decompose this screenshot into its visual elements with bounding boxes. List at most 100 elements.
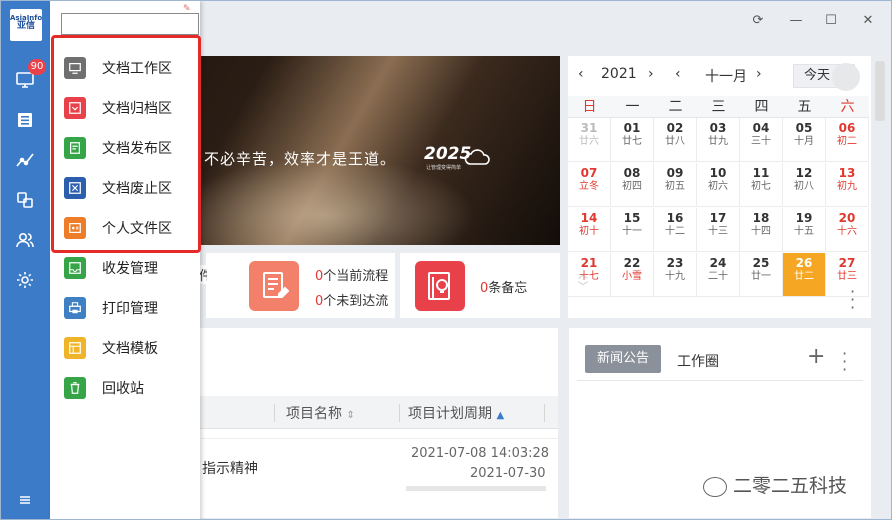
calendar-day[interactable]: 20 十六 <box>826 208 869 252</box>
news-more-icon[interactable]: · · · <box>842 346 847 378</box>
calendar-day[interactable]: 24 二十 <box>697 253 740 297</box>
memo-count[interactable]: 0条备忘 <box>480 277 527 296</box>
wechat-icon <box>703 476 727 497</box>
calendar-day[interactable]: 01 廿七 <box>611 118 654 162</box>
menu-item-9[interactable]: 回收站 <box>64 373 234 403</box>
calendar-day[interactable]: 17 十三 <box>697 208 740 252</box>
menu-item-label: 打印管理 <box>102 301 158 317</box>
calendar-more-icon[interactable]: · · · <box>850 284 855 316</box>
lunar-date: 廿二 <box>794 271 814 282</box>
calendar-day[interactable]: 22 小雪 <box>611 253 654 297</box>
app-window: AsiaInfo 亚信 90 ⟳ — ☐ ✕ 不必辛苦，效率才是王道。 2025… <box>0 0 892 520</box>
calendar-day[interactable]: 16 十二 <box>654 208 697 252</box>
refresh-button[interactable]: ⟳ <box>748 11 768 31</box>
calendar-day[interactable]: 03 廿九 <box>697 118 740 162</box>
lunar-date: 十六 <box>837 226 857 237</box>
lunar-date: 廿三 <box>837 271 857 282</box>
menu-item-4[interactable]: 文档废止区 <box>64 173 234 203</box>
calendar-day[interactable]: 31 廿六 <box>568 118 611 162</box>
day-number: 26 <box>795 256 813 270</box>
calendar-day[interactable]: 15 十一 <box>611 208 654 252</box>
flow-pending[interactable]: 0个未到达流 <box>315 290 388 309</box>
day-number: 16 <box>666 211 684 225</box>
column-project-period[interactable]: 项目计划周期 ▲ <box>408 403 504 423</box>
banner-brand-sub: 让管理变得简单 <box>426 165 462 171</box>
menu-item-6[interactable]: 收发管理 <box>64 253 234 283</box>
trend-icon[interactable] <box>13 149 37 171</box>
document-list-icon[interactable] <box>13 109 37 131</box>
menu-item-label: 个人文件区 <box>102 221 172 237</box>
calendar-day[interactable]: 06 初二 <box>826 118 869 162</box>
vertical-scrollbar[interactable] <box>875 61 885 121</box>
day-number: 20 <box>838 211 856 225</box>
calendar-day[interactable]: 11 初七 <box>740 163 783 207</box>
menu-item-7[interactable]: 打印管理 <box>64 293 234 323</box>
calendar-day[interactable]: 08 初四 <box>611 163 654 207</box>
today-button[interactable]: 今天 <box>793 63 860 91</box>
menu-item-2[interactable]: 文档归档区 <box>64 93 234 123</box>
close-button[interactable]: ✕ <box>858 11 878 31</box>
day-number: 18 <box>752 211 770 225</box>
calendar-day[interactable]: 13 初九 <box>826 163 869 207</box>
project-row-name[interactable]: 指示精神 <box>202 458 258 478</box>
calendar-day[interactable]: 09 初五 <box>654 163 697 207</box>
flow-stats: 0个当前流程 0个未到达流 <box>206 253 395 318</box>
calendar-day[interactable]: 07 立冬 <box>568 163 611 207</box>
calendar-day[interactable]: 10 初六 <box>697 163 740 207</box>
hamburger-icon[interactable] <box>13 489 37 511</box>
lunar-date: 初六 <box>708 181 728 192</box>
calendar-day[interactable]: 26 廿二 <box>783 253 826 297</box>
scroll-arrows[interactable]: ︿ ﹀ <box>578 270 588 294</box>
calendar-day[interactable]: 02 廿八 <box>654 118 697 162</box>
flow-icon <box>249 261 299 311</box>
horizontal-scrollbar[interactable] <box>406 486 546 491</box>
next-year-button[interactable]: › <box>648 66 654 82</box>
prev-year-button[interactable]: ‹ <box>578 66 584 82</box>
tab-news[interactable]: 新闻公告 <box>585 345 661 373</box>
menu-item-5[interactable]: 个人文件区 <box>64 213 234 243</box>
search-input[interactable] <box>61 13 199 35</box>
lunar-date: 三十 <box>751 136 771 147</box>
calendar-day[interactable]: 19 十五 <box>783 208 826 252</box>
lunar-date: 小雪 <box>622 271 642 282</box>
lunar-date: 廿六 <box>579 136 599 147</box>
next-month-button[interactable]: › <box>756 66 762 82</box>
tab-work-circle[interactable]: 工作圈 <box>677 351 719 371</box>
lunar-date: 初八 <box>794 181 814 192</box>
flow-current[interactable]: 0个当前流程 <box>315 265 388 284</box>
minimize-button[interactable]: — <box>786 11 806 31</box>
weekday-header: 日 <box>568 96 611 118</box>
column-project-name[interactable]: 项目名称 ⇕ <box>286 403 355 423</box>
swap-icon[interactable] <box>13 189 37 211</box>
add-button[interactable]: + <box>807 344 825 369</box>
column-separator <box>399 404 400 422</box>
lunar-date: 初二 <box>837 136 857 147</box>
calendar-day[interactable]: 04 三十 <box>740 118 783 162</box>
lunar-date: 初七 <box>751 181 771 192</box>
maximize-button[interactable]: ☐ <box>821 11 841 31</box>
calendar-day[interactable]: 27 廿三 <box>826 253 869 297</box>
menu-item-3[interactable]: 文档发布区 <box>64 133 234 163</box>
day-number: 10 <box>709 166 727 180</box>
column-separator <box>274 404 275 422</box>
pin-icon[interactable]: ✎ <box>183 4 191 14</box>
users-icon[interactable] <box>13 229 37 251</box>
lunar-date: 十二 <box>665 226 685 237</box>
calendar-day[interactable]: 23 十九 <box>654 253 697 297</box>
calendar-day[interactable]: 25 廿一 <box>740 253 783 297</box>
recycle-icon <box>64 377 86 399</box>
calendar-day[interactable]: 18 十四 <box>740 208 783 252</box>
calendar-day[interactable]: 14 初十 <box>568 208 611 252</box>
calendar-day[interactable]: 21 十七 <box>568 253 611 297</box>
void-icon <box>64 177 86 199</box>
menu-item-1[interactable]: 文档工作区 <box>64 53 234 83</box>
notification-badge: 90 <box>28 59 46 75</box>
watermark-text: 二零二五科技 <box>733 475 848 497</box>
menu-item-8[interactable]: 文档模板 <box>64 333 234 363</box>
prev-month-button[interactable]: ‹ <box>675 66 681 82</box>
sort-asc-icon: ▲ <box>496 410 505 421</box>
gear-icon[interactable] <box>13 269 37 291</box>
calendar-day[interactable]: 05 十月 <box>783 118 826 162</box>
calendar-day[interactable]: 12 初八 <box>783 163 826 207</box>
day-number: 03 <box>709 121 727 135</box>
